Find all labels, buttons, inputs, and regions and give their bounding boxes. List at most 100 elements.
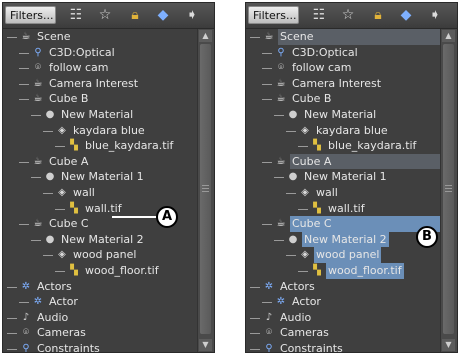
tree-node-label: wood_floor.tif <box>326 262 404 279</box>
tree-node[interactable]: ▚ wall.tif <box>246 201 441 217</box>
toolbar: Filters... ☷ ☆ 🔒︎ ◆ ➧ <box>246 3 457 29</box>
tree-node[interactable]: ⚲ C3D:Optical <box>3 45 198 61</box>
scene-tree: ☕ Scene ⚲ C3D:Optical ⌾ follow cam ☕ Camera Int… <box>3 29 198 352</box>
tree-node[interactable]: ⌾ Cameras <box>3 325 198 341</box>
tree-node-label: New Material <box>61 107 134 121</box>
tree-node[interactable]: ♪ Audio <box>246 310 441 326</box>
tree-node[interactable]: ◈ wood panel <box>3 247 198 263</box>
lock-icon[interactable]: 🔒︎ <box>368 6 388 24</box>
tree-node-label: wood_floor.tif <box>85 263 159 277</box>
tree-node[interactable]: ● New Material <box>3 107 198 123</box>
tree-node[interactable]: ☕ Scene <box>3 29 198 45</box>
tree-node[interactable]: ◈ kaydara blue <box>246 123 441 139</box>
tree-node-label: Audio <box>280 310 312 324</box>
tree-node-label: Cube C <box>49 217 89 231</box>
tree-node[interactable]: ▚ blue_kaydara.tif <box>3 138 198 154</box>
tree-node[interactable]: ⚲ Constraints <box>3 341 198 352</box>
tree-node[interactable]: ☕ Scene <box>246 29 441 45</box>
scroll-down-icon[interactable]: ▼ <box>199 339 212 351</box>
tree-node[interactable]: ● New Material 2 <box>3 232 198 248</box>
tree-node-label: Cube B <box>49 92 89 106</box>
callout-b: B <box>416 226 438 248</box>
tree-node[interactable]: ✲ Actor <box>3 294 198 310</box>
filters-button[interactable]: Filters... <box>5 6 56 24</box>
tree-node-label: wall <box>73 185 95 199</box>
scroll-thumb[interactable] <box>200 44 211 334</box>
tree-node-label: New Material 1 <box>61 170 144 184</box>
tree-node-label: C3D:Optical <box>49 45 115 59</box>
vertical-scrollbar[interactable]: ▲ ▼ <box>197 29 214 352</box>
tree-node[interactable]: ♪ Audio <box>3 310 198 326</box>
scroll-down-icon[interactable]: ▼ <box>442 339 455 351</box>
back-arrow-icon[interactable]: ◆ <box>153 6 173 24</box>
star-cursor-icon[interactable]: ☆ <box>338 6 358 24</box>
tree-node[interactable]: ⚲ Constraints <box>246 341 441 352</box>
filters-button[interactable]: Filters... <box>248 6 299 24</box>
forward-arrow-icon[interactable]: ➧ <box>182 6 202 24</box>
tree-node[interactable]: ● New Material 1 <box>246 169 441 185</box>
tree-node[interactable]: ▚ wood_floor.tif <box>246 262 441 279</box>
tree-node[interactable]: ✲ Actors <box>3 279 198 295</box>
tree-node-label: Cube B <box>292 92 332 106</box>
vertical-scrollbar[interactable]: ▲ ▼ <box>440 29 457 352</box>
scroll-up-icon[interactable]: ▲ <box>442 30 455 42</box>
tree-node[interactable]: ☕ Camera Interest <box>3 76 198 92</box>
material-icon: ● <box>45 233 55 245</box>
tree-node-label: Scene <box>37 30 71 43</box>
tree-node[interactable]: ⌾ follow cam <box>246 60 441 76</box>
cameras-icon: ⌾ <box>23 327 29 339</box>
scene-tree: ☕ Scene ⚲ C3D:Optical ⌾ follow cam ☕ Camera Int… <box>246 29 441 352</box>
tree-node[interactable]: ● New Material 2 <box>246 231 441 248</box>
tree-node[interactable]: ☕ Camera Interest <box>246 76 441 92</box>
tree-node[interactable]: ☕ Cube A <box>246 153 441 170</box>
tree-node[interactable]: ⚲ C3D:Optical <box>246 45 441 61</box>
tree-node-label: wood panel <box>73 248 137 262</box>
tree-node[interactable]: ☕ Cube B <box>246 91 441 107</box>
model-icon: ☕ <box>33 93 43 105</box>
list-view-icon[interactable]: ☷ <box>66 6 86 24</box>
tree-node[interactable]: ◈ kaydara blue <box>3 123 198 139</box>
texture-icon: ◈ <box>301 249 309 261</box>
tree-node[interactable]: ⌾ Cameras <box>246 325 441 341</box>
tree-node[interactable]: ☕ Cube A <box>3 154 198 170</box>
callout-a-leader <box>112 216 157 218</box>
texture-icon: ◈ <box>58 124 66 136</box>
list-view-icon[interactable]: ☷ <box>309 6 329 24</box>
actor-icon: ✲ <box>276 296 286 308</box>
forward-arrow-icon[interactable]: ➧ <box>425 6 445 24</box>
camera-icon: ⌾ <box>35 62 41 74</box>
tree-node-label: wall <box>316 185 338 199</box>
tree-node-label: Cube A <box>290 153 441 170</box>
tree-node-label: Actors <box>37 279 72 293</box>
tree-node[interactable]: ◈ wood panel <box>246 247 441 263</box>
material-icon: ● <box>288 233 298 245</box>
tree-node[interactable]: ✲ Actors <box>246 279 441 295</box>
model-icon: ☕ <box>276 218 286 230</box>
image-icon: ▚ <box>313 140 321 152</box>
scroll-up-icon[interactable]: ▲ <box>199 30 212 42</box>
interest-icon: ☕ <box>276 77 286 89</box>
tree-node-label: Constraints <box>37 341 100 352</box>
texture-icon: ◈ <box>301 186 309 198</box>
tree-node[interactable]: ✲ Actor <box>246 294 441 310</box>
tree-node[interactable]: ● New Material <box>246 107 441 123</box>
scroll-thumb[interactable] <box>443 44 454 334</box>
texture-icon: ◈ <box>301 124 309 136</box>
tree-node[interactable]: ◈ wall <box>3 185 198 201</box>
tree-node[interactable]: ▚ wood_floor.tif <box>3 263 198 279</box>
tree-node[interactable]: ☕ Cube C <box>246 216 441 232</box>
actors-icon: ✲ <box>21 280 31 292</box>
tree-node[interactable]: ▚ blue_kaydara.tif <box>246 138 441 154</box>
tree-node[interactable]: ◈ wall <box>246 185 441 201</box>
model-icon: ☕ <box>276 93 286 105</box>
scene-icon: ☕ <box>264 31 274 42</box>
lock-icon[interactable]: 🔒︎ <box>125 6 145 24</box>
tree-node[interactable]: ☕ Cube B <box>3 91 198 107</box>
audio-icon: ♪ <box>265 311 273 323</box>
tree-node-label: Cameras <box>280 326 329 340</box>
cameras-icon: ⌾ <box>266 327 272 339</box>
back-arrow-icon[interactable]: ◆ <box>396 6 416 24</box>
star-cursor-icon[interactable]: ☆ <box>95 6 115 24</box>
tree-node[interactable]: ● New Material 1 <box>3 169 198 185</box>
tree-node[interactable]: ⌾ follow cam <box>3 60 198 76</box>
